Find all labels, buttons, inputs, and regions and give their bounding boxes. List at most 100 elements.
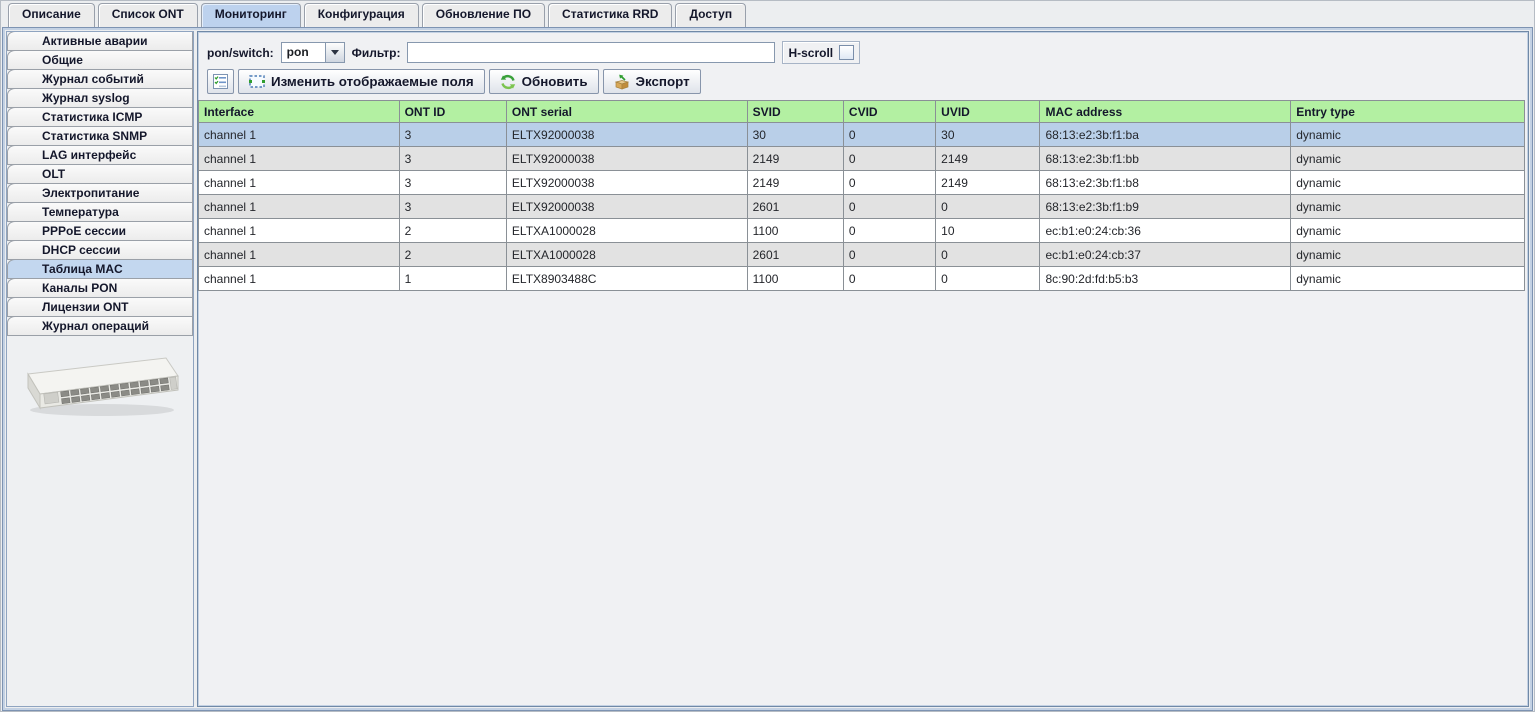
table-cell: 0	[843, 243, 935, 267]
table-cell: 2149	[747, 171, 843, 195]
table-cell: 2601	[747, 243, 843, 267]
table-cell: dynamic	[1291, 147, 1525, 171]
sidebar-item-power-supply[interactable]: Электропитание	[7, 183, 193, 203]
export-button[interactable]: Экспорт	[603, 69, 701, 94]
hscroll-checkbox[interactable]	[839, 45, 854, 60]
table-cell: 3	[399, 195, 506, 219]
olt-device-illustration	[16, 346, 184, 424]
table-cell: 0	[843, 171, 935, 195]
table-cell: 2149	[936, 147, 1040, 171]
column-header-mac-address[interactable]: MAC address	[1040, 101, 1291, 123]
export-label: Экспорт	[636, 74, 690, 89]
mac-table-wrap: InterfaceONT IDONT serialSVIDCVIDUVIDMAC…	[198, 100, 1528, 291]
table-cell: 0	[843, 195, 935, 219]
table-cell: 2149	[936, 171, 1040, 195]
sidebar-item-temperature[interactable]: Температура	[7, 202, 193, 222]
table-row[interactable]: channel 13ELTX9200003826010068:13:e2:3b:…	[199, 195, 1525, 219]
table-cell: channel 1	[199, 171, 400, 195]
pon-switch-selected-value: pon	[282, 43, 325, 62]
table-cell: ELTX92000038	[506, 123, 747, 147]
table-cell: 68:13:e2:3b:f1:bb	[1040, 147, 1291, 171]
table-row[interactable]: channel 12ELTXA10000281100010ec:b1:e0:24…	[199, 219, 1525, 243]
table-cell: 0	[843, 123, 935, 147]
table-cell: 0	[843, 267, 935, 291]
column-header-interface[interactable]: Interface	[199, 101, 400, 123]
column-header-svid[interactable]: SVID	[747, 101, 843, 123]
tab-description[interactable]: Описание	[8, 3, 95, 27]
column-header-ont-serial[interactable]: ONT serial	[506, 101, 747, 123]
table-cell: dynamic	[1291, 243, 1525, 267]
table-cell: 0	[843, 219, 935, 243]
export-icon	[614, 74, 630, 90]
sidebar-item-operations-log[interactable]: Журнал операций	[7, 316, 193, 336]
filter-input[interactable]	[407, 42, 775, 63]
table-row[interactable]: channel 11ELTX8903488C1100008c:90:2d:fd:…	[199, 267, 1525, 291]
table-cell: ELTXA1000028	[506, 219, 747, 243]
tab-rrd-statistics[interactable]: Статистика RRD	[548, 3, 672, 27]
tab-firmware-update[interactable]: Обновление ПО	[422, 3, 545, 27]
table-cell: 8c:90:2d:fd:b5:b3	[1040, 267, 1291, 291]
column-header-ont-id[interactable]: ONT ID	[399, 101, 506, 123]
table-cell: 68:13:e2:3b:f1:ba	[1040, 123, 1291, 147]
tab-access[interactable]: Доступ	[675, 3, 746, 27]
table-cell: 2601	[747, 195, 843, 219]
table-cell: 30	[747, 123, 843, 147]
tab-configuration[interactable]: Конфигурация	[304, 3, 419, 27]
table-cell: 68:13:e2:3b:f1:b8	[1040, 171, 1291, 195]
sidebar-item-lag-interface[interactable]: LAG интерфейс	[7, 145, 193, 165]
table-cell: 1100	[747, 219, 843, 243]
column-list-button[interactable]	[207, 69, 234, 94]
table-cell: 3	[399, 147, 506, 171]
refresh-button[interactable]: Обновить	[489, 69, 599, 94]
table-row[interactable]: channel 13ELTX9200003821490214968:13:e2:…	[199, 147, 1525, 171]
sidebar-item-active-alarms[interactable]: Активные аварии	[7, 31, 193, 51]
tab-ont-list[interactable]: Список ONT	[98, 3, 198, 27]
table-cell: dynamic	[1291, 123, 1525, 147]
table-cell: dynamic	[1291, 267, 1525, 291]
filter-row: pon/switch: pon Фильтр: H-scroll	[198, 32, 1528, 68]
sidebar-item-general[interactable]: Общие	[7, 50, 193, 70]
sidebar-item-pppoe-sessions[interactable]: PPPoE сессии	[7, 221, 193, 241]
table-row[interactable]: channel 13ELTX920000383003068:13:e2:3b:f…	[199, 123, 1525, 147]
column-header-uvid[interactable]: UVID	[936, 101, 1040, 123]
column-header-entry-type[interactable]: Entry type	[1291, 101, 1525, 123]
sidebar-item-ont-licenses[interactable]: Лицензии ONT	[7, 297, 193, 317]
table-cell: 2	[399, 219, 506, 243]
table-row[interactable]: channel 13ELTX9200003821490214968:13:e2:…	[199, 171, 1525, 195]
table-cell: 10	[936, 219, 1040, 243]
sidebar-item-icmp-stats[interactable]: Статистика ICMP	[7, 107, 193, 127]
table-cell: 30	[936, 123, 1040, 147]
combo-arrow-button[interactable]	[325, 43, 344, 62]
table-cell: channel 1	[199, 123, 400, 147]
sidebar-item-mac-table[interactable]: Таблица MAC	[7, 259, 193, 279]
sidebar-item-event-log[interactable]: Журнал событий	[7, 69, 193, 89]
mac-table-panel: pon/switch: pon Фильтр: H-scroll	[197, 31, 1529, 707]
table-cell: 68:13:e2:3b:f1:b9	[1040, 195, 1291, 219]
pon-switch-select[interactable]: pon	[281, 42, 345, 63]
table-cell: channel 1	[199, 147, 400, 171]
table-cell: ELTX92000038	[506, 147, 747, 171]
sidebar-item-dhcp-sessions[interactable]: DHCP сессии	[7, 240, 193, 260]
sidebar-item-syslog-log[interactable]: Журнал syslog	[7, 88, 193, 108]
hscroll-group: H-scroll	[782, 41, 860, 64]
table-row[interactable]: channel 12ELTXA1000028260100ec:b1:e0:24:…	[199, 243, 1525, 267]
sidebar-item-pon-channels[interactable]: Каналы PON	[7, 278, 193, 298]
sidebar-item-snmp-stats[interactable]: Статистика SNMP	[7, 126, 193, 146]
table-cell: ELTX92000038	[506, 171, 747, 195]
table-cell: 3	[399, 171, 506, 195]
table-cell: dynamic	[1291, 219, 1525, 243]
refresh-label: Обновить	[522, 74, 588, 89]
table-cell: 2	[399, 243, 506, 267]
table-cell: dynamic	[1291, 195, 1525, 219]
edit-displayed-fields-button[interactable]: Изменить отображаемые поля	[238, 69, 485, 94]
monitoring-tab-pane: Активные аварииОбщиеЖурнал событийЖурнал…	[2, 27, 1533, 711]
table-cell: channel 1	[199, 219, 400, 243]
toolbar-button-row: Изменить отображаемые поля Обновить	[198, 68, 1528, 100]
table-cell: 3	[399, 123, 506, 147]
tab-monitoring[interactable]: Мониторинг	[201, 3, 301, 27]
column-header-cvid[interactable]: CVID	[843, 101, 935, 123]
table-cell: 2149	[747, 147, 843, 171]
sidebar-item-olt[interactable]: OLT	[7, 164, 193, 184]
monitoring-sidebar: Активные аварииОбщиеЖурнал событийЖурнал…	[6, 31, 194, 707]
hscroll-label: H-scroll	[788, 46, 833, 60]
